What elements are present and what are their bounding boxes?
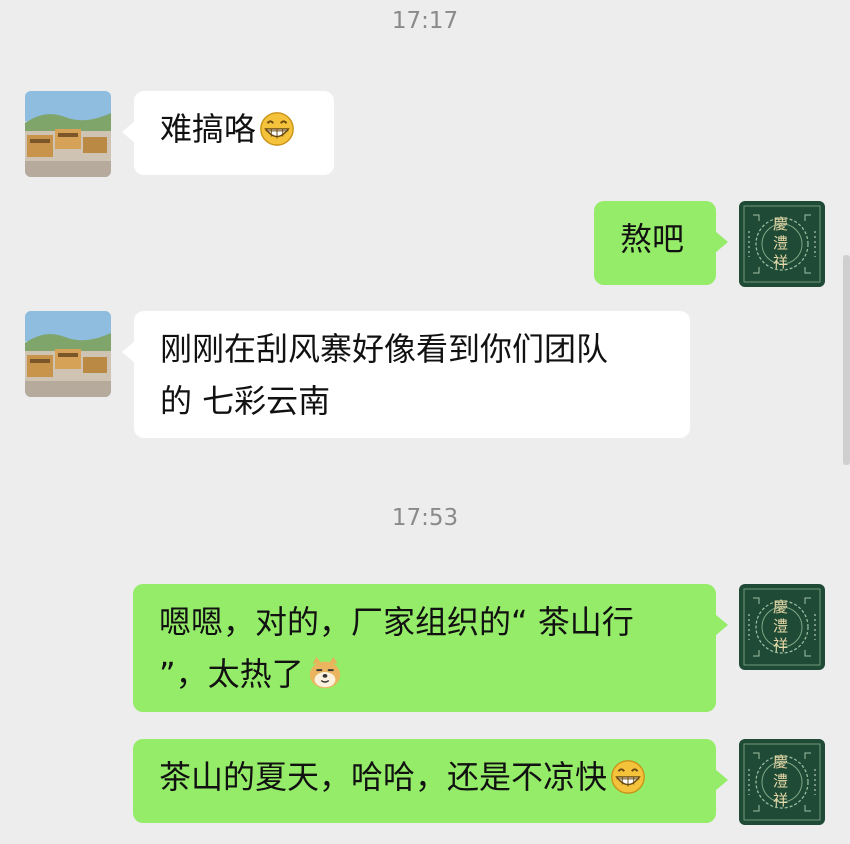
message-text-line: 的 七彩云南 xyxy=(160,382,331,420)
message-text-line: 刚刚在刮风寨好像看到你们团队 xyxy=(160,330,609,368)
message-text: 熬吧 xyxy=(620,220,685,258)
grin-emoji-icon xyxy=(609,757,647,795)
bubble-tail xyxy=(122,341,135,363)
grin-emoji-icon xyxy=(258,109,296,147)
brand-logo-text: 慶澧祥 xyxy=(773,215,789,271)
message-text: 茶山的夏天，哈哈，还是不凉快 xyxy=(159,758,608,796)
self-avatar[interactable]: 慶澧祥 xyxy=(739,584,825,670)
brand-logo-text: 慶澧祥 xyxy=(773,753,789,809)
bubble-tail xyxy=(715,769,728,791)
message-text: 难搞咯 xyxy=(160,110,257,148)
message-bubble[interactable]: 茶山的夏天，哈哈，还是不凉快 xyxy=(133,739,728,823)
message-bubble[interactable]: 嗯嗯，对的，厂家组织的“ 茶山行 ”，太热了 xyxy=(133,584,728,712)
bubble-tail xyxy=(715,614,728,636)
brand-logo-text: 慶澧祥 xyxy=(773,598,789,654)
landscape-photo-icon xyxy=(25,91,111,177)
contact-avatar[interactable] xyxy=(25,311,111,397)
message-bubble[interactable]: 熬吧 xyxy=(594,201,728,285)
landscape-photo-icon xyxy=(25,311,111,397)
timestamp: 17:53 xyxy=(391,505,459,531)
timestamp: 17:17 xyxy=(391,8,459,34)
message-text-line: ”，太热了 xyxy=(159,655,304,693)
self-avatar[interactable]: 慶澧祥 xyxy=(739,201,825,287)
bubble-tail xyxy=(715,231,728,253)
message-bubble[interactable]: 难搞咯 xyxy=(122,91,334,175)
contact-avatar[interactable] xyxy=(25,91,111,177)
message-text-line: 嗯嗯，对的，厂家组织的“ 茶山行 xyxy=(159,603,634,641)
bubble-tail xyxy=(122,121,135,143)
scrollbar[interactable] xyxy=(843,255,850,465)
message-bubble[interactable]: 刚刚在刮风寨好像看到你们团队 的 七彩云南 xyxy=(122,311,690,438)
self-avatar[interactable]: 慶澧祥 xyxy=(739,739,825,825)
doge-emoji-icon xyxy=(306,654,344,692)
